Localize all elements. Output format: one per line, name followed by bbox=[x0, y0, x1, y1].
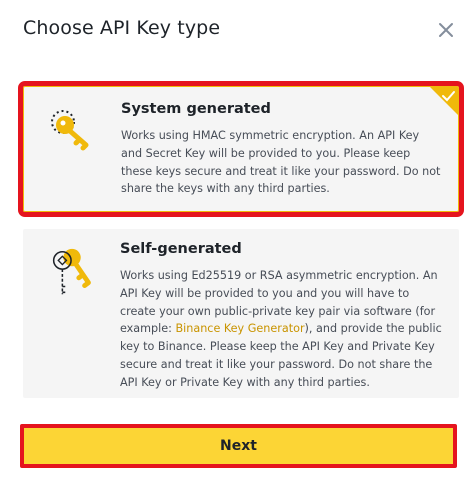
next-button[interactable]: Next bbox=[20, 424, 457, 468]
option-title: Self-generated bbox=[120, 241, 242, 257]
option-description: Works using Ed25519 or RSA asymmetric en… bbox=[120, 267, 442, 392]
close-button[interactable] bbox=[436, 20, 456, 40]
selected-badge bbox=[430, 87, 458, 115]
key-pair-icon bbox=[52, 248, 91, 295]
option-title: System generated bbox=[121, 101, 271, 117]
option-description: Works using HMAC symmetric encryption. A… bbox=[121, 129, 441, 196]
option-self-generated[interactable]: Self-generated Works using Ed25519 or RS… bbox=[23, 229, 459, 398]
option-system-generated[interactable]: System generated Works using HMAC symmet… bbox=[18, 81, 464, 217]
binance-key-generator-link[interactable]: Binance Key Generator bbox=[175, 322, 304, 335]
close-icon bbox=[439, 23, 453, 37]
dialog-title: Choose API Key type bbox=[23, 17, 221, 39]
key-icon bbox=[51, 110, 89, 151]
